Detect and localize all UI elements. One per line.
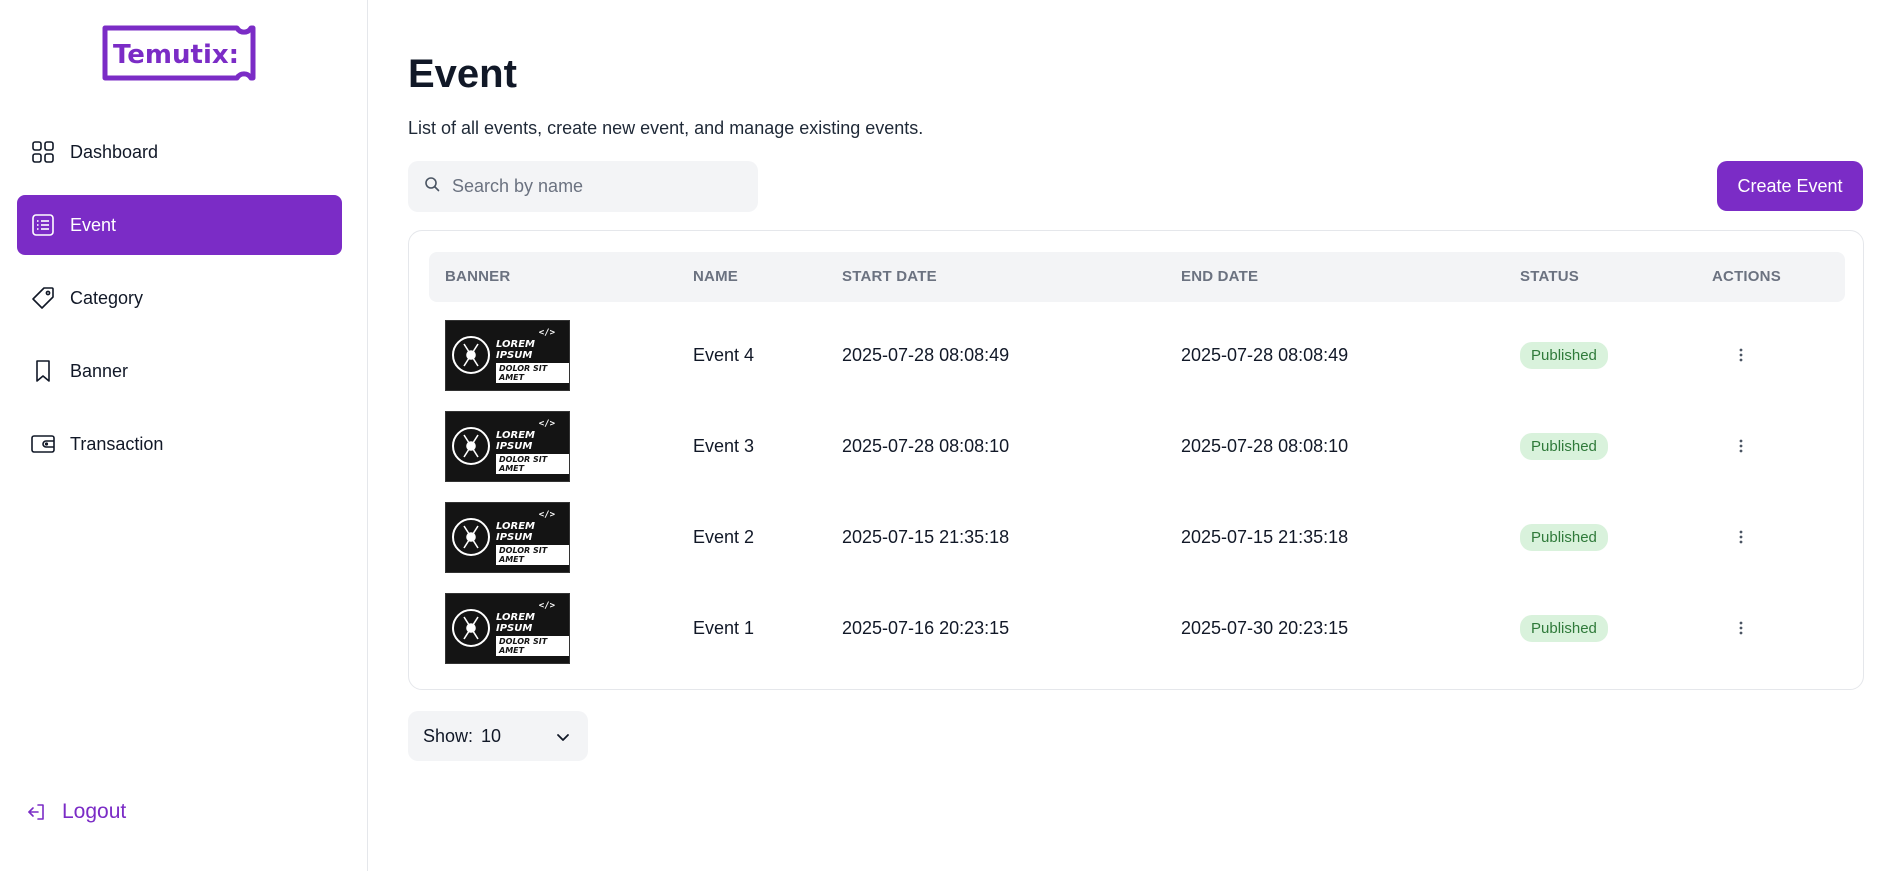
column-header-name: NAME — [693, 268, 738, 285]
mascot-icon — [452, 427, 490, 465]
status-badge: Published — [1520, 341, 1608, 369]
svg-text:Temutix:: Temutix: — [113, 40, 239, 70]
event-name: Event 2 — [693, 526, 755, 547]
events-table: BANNER NAME START DATE END DATE STATUS A… — [408, 230, 1864, 690]
start-date: 2025-07-28 08:08:10 — [842, 435, 1010, 456]
start-date: 2025-07-28 08:08:49 — [842, 344, 1010, 365]
sidebar-item-event[interactable]: Event — [17, 195, 342, 255]
mascot-icon — [452, 609, 490, 647]
main-content: Event List of all events, create new eve… — [368, 0, 1894, 871]
logout-icon — [26, 801, 48, 823]
table-row[interactable]: </> LOREM IPSUM DOLOR SIT AMET Event 1 2… — [429, 583, 1845, 673]
banner-thumbnail[interactable]: </> LOREM IPSUM DOLOR SIT AMET — [445, 319, 570, 391]
status-cell: Published — [1520, 310, 1608, 400]
banner-line1: LOREM IPSUM — [496, 611, 535, 634]
event-name: Event 3 — [693, 435, 755, 456]
banner-cell: </> LOREM IPSUM DOLOR SIT AMET — [445, 310, 570, 400]
banner-code-tag: </> — [538, 418, 555, 429]
wallet-icon — [30, 431, 56, 457]
status-badge: Published — [1520, 432, 1608, 460]
logout-label: Logout — [62, 800, 127, 823]
status-cell: Published — [1520, 492, 1608, 582]
page-size-select[interactable]: Show: 10 — [408, 711, 588, 761]
column-header-status: STATUS — [1520, 268, 1579, 285]
bookmark-icon — [30, 358, 56, 384]
column-header-start-date: START DATE — [842, 268, 937, 285]
page-description: List of all events, create new event, an… — [408, 118, 924, 138]
show-label: Show: — [423, 725, 474, 746]
banner-line1: LOREM IPSUM — [496, 520, 535, 543]
banner-thumbnail[interactable]: </> LOREM IPSUM DOLOR SIT AMET — [445, 592, 570, 664]
search-icon — [424, 176, 440, 197]
end-date: 2025-07-30 20:23:15 — [1181, 617, 1349, 638]
end-date: 2025-07-15 21:35:18 — [1181, 526, 1349, 547]
sidebar-item-banner[interactable]: Banner — [17, 341, 342, 401]
status-cell: Published — [1520, 583, 1608, 673]
mascot-icon — [452, 336, 490, 374]
mascot-icon — [452, 518, 490, 556]
table-row[interactable]: </> LOREM IPSUM DOLOR SIT AMET Event 4 2… — [429, 310, 1845, 400]
event-name: Event 1 — [693, 617, 755, 638]
banner-thumbnail[interactable]: </> LOREM IPSUM DOLOR SIT AMET — [445, 410, 570, 482]
column-header-banner: BANNER — [445, 268, 511, 285]
start-date: 2025-07-15 21:35:18 — [842, 526, 1010, 547]
more-options-icon[interactable] — [1729, 616, 1753, 640]
end-date: 2025-07-28 08:08:10 — [1181, 435, 1349, 456]
actions-cell — [1729, 401, 1753, 491]
banner-line2: DOLOR SIT AMET — [496, 635, 569, 656]
end-date: 2025-07-28 08:08:49 — [1181, 344, 1349, 365]
banner-line2: DOLOR SIT AMET — [496, 362, 569, 383]
actions-cell — [1729, 310, 1753, 400]
more-options-icon[interactable] — [1729, 343, 1753, 367]
event-name: Event 4 — [693, 344, 755, 365]
list-icon — [30, 212, 56, 238]
table-row[interactable]: </> LOREM IPSUM DOLOR SIT AMET Event 2 2… — [429, 492, 1845, 582]
banner-code-tag: </> — [538, 600, 555, 611]
banner-cell: </> LOREM IPSUM DOLOR SIT AMET — [445, 583, 570, 673]
sidebar-item-transaction[interactable]: Transaction — [17, 414, 342, 474]
start-date: 2025-07-16 20:23:15 — [842, 617, 1010, 638]
sidebar-item-label: Dashboard — [70, 141, 159, 162]
sidebar-item-label: Event — [70, 214, 117, 235]
search-box[interactable] — [408, 161, 758, 212]
banner-code-tag: </> — [538, 509, 555, 520]
sidebar-item-label: Banner — [70, 360, 129, 381]
sidebar-item-label: Transaction — [70, 433, 164, 454]
banner-line1: LOREM IPSUM — [496, 338, 535, 361]
sidebar-item-label: Category — [70, 287, 144, 308]
banner-line1: LOREM IPSUM — [496, 429, 535, 452]
table-row[interactable]: </> LOREM IPSUM DOLOR SIT AMET Event 3 2… — [429, 401, 1845, 491]
page-title: Event — [408, 52, 517, 96]
sidebar: Temutix: Dashboard Event Category Banner… — [0, 0, 368, 871]
column-header-actions: ACTIONS — [1712, 268, 1781, 285]
banner-cell: </> LOREM IPSUM DOLOR SIT AMET — [445, 492, 570, 582]
status-badge: Published — [1520, 523, 1608, 551]
create-event-button[interactable]: Create Event — [1717, 161, 1863, 211]
sidebar-item-dashboard[interactable]: Dashboard — [17, 122, 342, 182]
column-header-end-date: END DATE — [1181, 268, 1259, 285]
banner-line2: DOLOR SIT AMET — [496, 453, 569, 474]
banner-cell: </> LOREM IPSUM DOLOR SIT AMET — [445, 401, 570, 491]
table-header: BANNER NAME START DATE END DATE STATUS A… — [429, 252, 1845, 302]
status-badge: Published — [1520, 614, 1608, 642]
chevron-down-icon — [556, 728, 570, 749]
temutix-logo[interactable]: Temutix: — [99, 24, 259, 82]
actions-cell — [1729, 583, 1753, 673]
tag-icon — [30, 285, 56, 311]
sidebar-item-category[interactable]: Category — [17, 268, 342, 328]
actions-cell — [1729, 492, 1753, 582]
search-input[interactable] — [452, 176, 742, 197]
grid-icon — [30, 139, 56, 165]
more-options-icon[interactable] — [1729, 525, 1753, 549]
more-options-icon[interactable] — [1729, 434, 1753, 458]
status-cell: Published — [1520, 401, 1608, 491]
page-size-value: 10 — [481, 725, 502, 746]
banner-code-tag: </> — [538, 327, 555, 338]
logout-button[interactable]: Logout — [26, 800, 126, 824]
banner-line2: DOLOR SIT AMET — [496, 544, 569, 565]
banner-thumbnail[interactable]: </> LOREM IPSUM DOLOR SIT AMET — [445, 501, 570, 573]
